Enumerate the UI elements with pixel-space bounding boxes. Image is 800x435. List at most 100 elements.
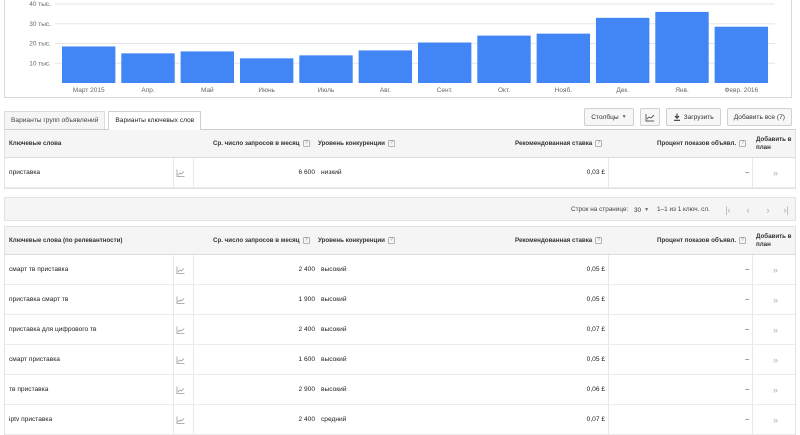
col-avg-searches[interactable]: Ср. число запросов в месяц? [213,227,310,254]
chart-bar[interactable] [180,51,235,83]
tab-ad-group-ideas[interactable]: Варианты групп объявлений [4,111,106,129]
column-divider [608,285,609,314]
chart-toggle-button[interactable] [639,108,660,126]
help-icon[interactable]: ? [739,140,747,147]
first-page-icon[interactable]: |‹ [721,202,735,218]
table-row: смарт приставка 1 600 высокий 0,05 £ – » [5,345,795,375]
add-to-plan-icon[interactable]: » [773,255,778,284]
col-competition-label: Уровень конкуренции [318,140,385,147]
column-divider [752,405,753,434]
column-divider [608,375,609,404]
keyword-text: приставка [9,169,41,176]
column-divider [752,375,753,404]
column-divider [752,158,753,187]
chart-bar[interactable] [714,26,769,83]
add-to-plan-icon[interactable]: » [773,315,778,344]
chart-bar[interactable] [477,35,531,83]
column-divider [173,285,174,314]
chart-bar[interactable] [595,17,650,84]
last-page-icon[interactable]: ›| [779,202,793,218]
col-suggested-bid[interactable]: Рекомендованная ставка? [515,227,603,254]
col-competition-label: Уровень конкуренции [318,237,385,244]
col-competition[interactable]: Уровень конкуренции? [318,130,395,157]
column-divider [193,345,194,374]
columns-button[interactable]: Столбцы ▼ [584,108,634,126]
chart-bar[interactable] [417,42,472,83]
suggested-bid-value: 0,07 £ [586,416,605,423]
columns-label: Столбцы [591,113,619,121]
col-impression-share[interactable]: Процент показов объявл.? [657,227,747,254]
download-button[interactable]: Загрузить [665,108,721,126]
x-tick-label: Янв. [675,87,689,94]
search-volume-chart: 10 тыс. 20 тыс. 30 тыс. 40 тыс. Март 2015 Апр… [4,0,792,98]
add-to-plan-icon[interactable]: » [773,285,778,314]
add-to-plan-icon[interactable]: » [773,158,778,187]
next-page-icon[interactable]: › [761,202,775,218]
col-impression-share-label: Процент показов объявл. [657,237,737,244]
table-row: приставка 6 600 низкий 0,03 £ – » [5,158,795,188]
download-label: Загрузить [683,113,714,121]
col-competition[interactable]: Уровень конкуренции? [318,227,395,254]
column-divider [193,158,194,187]
column-divider [752,285,753,314]
trend-chart-icon[interactable] [176,375,185,404]
line-chart-icon [645,113,654,121]
suggested-bid-value: 0,07 £ [586,326,605,333]
help-icon[interactable]: ? [595,140,603,147]
help-icon[interactable]: ? [302,140,310,147]
chart-bar[interactable] [121,53,175,83]
table-row: смарт тв приставка 2 400 высокий 0,05 £ – » [5,255,795,285]
trend-chart-icon[interactable] [176,255,185,284]
col-impression-share[interactable]: Процент показов объявл.? [657,130,747,157]
chart-bar[interactable] [299,55,353,83]
column-divider [193,375,194,404]
tab-keyword-ideas[interactable]: Варианты ключевых слов [108,111,202,130]
add-to-plan-icon[interactable]: » [773,405,778,434]
col-suggested-bid-label: Рекомендованная ставка [515,140,593,147]
searched-keywords-rows: приставка 6 600 низкий 0,03 £ – » [5,158,795,188]
col-keyword[interactable]: Ключевые слова [9,130,61,157]
pagination-bar: Строк на странице: 30 ▼ 1–1 из 1 ключ. с… [4,197,796,221]
col-keyword-relevance[interactable]: Ключевые слова (по релевантности) [9,227,123,254]
column-divider [608,158,609,187]
column-divider [752,345,753,374]
prev-page-icon[interactable]: ‹ [741,202,755,218]
keyword-text: приставка смарт тв [9,296,69,303]
col-avg-searches[interactable]: Ср. число запросов в месяц? [213,130,310,157]
chart-bar[interactable] [536,33,591,83]
y-tick-label: 40 тыс. [29,1,51,8]
trend-chart-icon[interactable] [176,345,185,374]
trend-chart-icon[interactable] [176,285,185,314]
column-divider [173,405,174,434]
competition-value: низкий [321,169,342,176]
table-header: Ключевые слова Ср. число запросов в меся… [5,130,795,158]
col-suggested-bid[interactable]: Рекомендованная ставка? [515,130,603,157]
help-icon[interactable]: ? [387,140,395,147]
trend-chart-icon[interactable] [176,315,185,344]
chart-bar[interactable] [61,46,116,83]
column-divider [193,255,194,284]
chart-bar[interactable] [358,50,413,83]
impression-share-value: – [745,266,749,273]
chart-bar[interactable] [239,58,294,83]
trend-chart-icon[interactable] [176,405,185,434]
help-icon[interactable]: ? [739,237,747,244]
competition-value: высокий [321,386,347,393]
rows-per-page-select[interactable]: 30 ▼ [631,203,652,217]
chart-bar[interactable] [655,11,709,83]
keyword-text: смарт приставка [9,356,60,363]
y-tick-label: 20 тыс. [29,41,51,48]
keyword-text: iptv приставка [9,416,53,423]
avg-searches-value: 1 600 [298,356,315,363]
add-to-plan-icon[interactable]: » [773,375,778,404]
help-icon[interactable]: ? [387,237,395,244]
col-avg-searches-label: Ср. число запросов в месяц [213,140,300,147]
help-icon[interactable]: ? [302,237,310,244]
trend-chart-icon[interactable] [176,158,185,187]
help-icon[interactable]: ? [595,237,603,244]
column-divider [173,345,174,374]
add-all-button[interactable]: Добавить все (7) [726,108,792,126]
add-to-plan-icon[interactable]: » [773,345,778,374]
table-toolbar: Столбцы ▼ Загрузить Добавить все (7) [584,108,792,126]
col-avg-searches-label: Ср. число запросов в месяц [213,237,300,244]
